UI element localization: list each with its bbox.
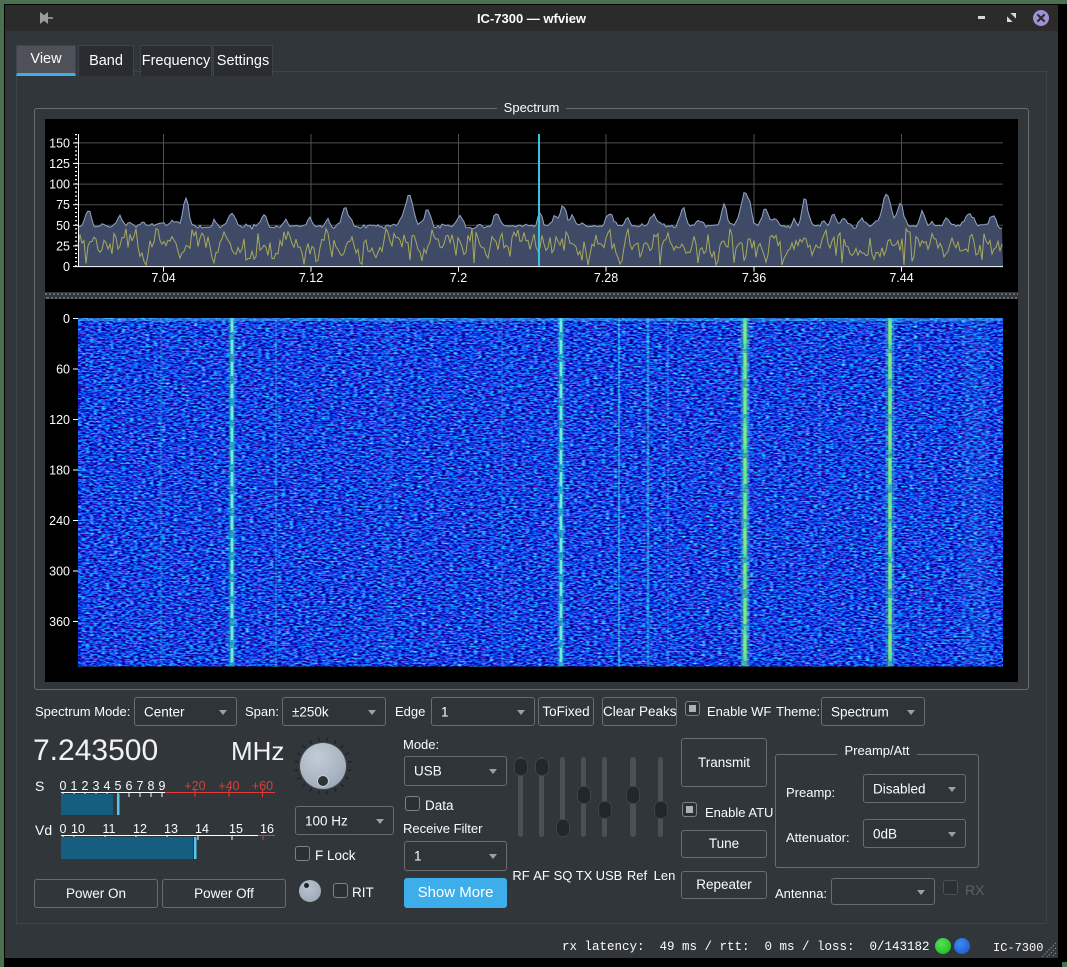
- svg-text:25: 25: [56, 239, 70, 253]
- svg-text:7.36: 7.36: [742, 271, 766, 285]
- svg-text:50: 50: [56, 219, 70, 233]
- svg-text:75: 75: [56, 198, 70, 212]
- svg-text:Vd: Vd: [35, 822, 52, 838]
- svg-text:7.44: 7.44: [889, 271, 913, 285]
- svg-text:0: 0: [60, 822, 67, 836]
- svg-text:3: 3: [93, 779, 100, 793]
- svg-text:7.2: 7.2: [450, 271, 467, 285]
- svg-text:12: 12: [133, 822, 147, 836]
- svg-text:360: 360: [49, 615, 70, 629]
- svg-text:4: 4: [104, 779, 111, 793]
- svg-text:13: 13: [164, 822, 178, 836]
- svg-text:0: 0: [63, 260, 70, 274]
- svg-text:2: 2: [82, 779, 89, 793]
- svg-text:9: 9: [159, 779, 166, 793]
- svg-text:15: 15: [229, 822, 243, 836]
- svg-text:1: 1: [71, 779, 78, 793]
- svg-text:300: 300: [49, 565, 70, 579]
- svg-text:0: 0: [60, 779, 67, 793]
- svg-text:0: 0: [63, 312, 70, 326]
- svg-text:7.04: 7.04: [151, 271, 175, 285]
- svg-text:240: 240: [49, 514, 70, 528]
- svg-text:5: 5: [115, 779, 122, 793]
- svg-text:7: 7: [137, 779, 144, 793]
- svg-text:120: 120: [49, 413, 70, 427]
- svg-text:S: S: [35, 778, 44, 794]
- svg-text:180: 180: [49, 464, 70, 478]
- svg-text:8: 8: [148, 779, 155, 793]
- svg-text:10: 10: [71, 822, 85, 836]
- svg-text:14: 14: [195, 822, 209, 836]
- svg-text:150: 150: [49, 136, 70, 150]
- svg-text:60: 60: [56, 363, 70, 377]
- svg-text:7.12: 7.12: [299, 271, 323, 285]
- svg-text:11: 11: [103, 822, 116, 836]
- svg-text:7.28: 7.28: [594, 271, 618, 285]
- svg-text:6: 6: [126, 779, 133, 793]
- svg-text:100: 100: [49, 178, 70, 192]
- svg-text:125: 125: [49, 157, 70, 171]
- svg-text:16: 16: [260, 822, 274, 836]
